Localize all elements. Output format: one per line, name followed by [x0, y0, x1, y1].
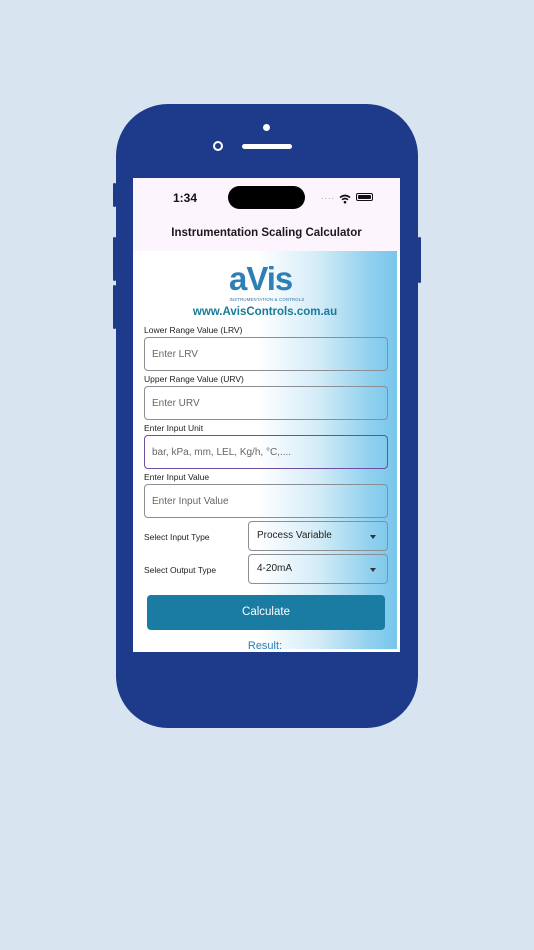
unit-input[interactable] — [144, 435, 388, 469]
output-type-selected: 4-20mA — [257, 563, 293, 574]
speaker-grille — [242, 144, 292, 149]
status-bar: 1:34 .... — [133, 178, 400, 224]
mute-switch — [113, 183, 116, 207]
battery-icon — [356, 193, 373, 201]
input-value-input[interactable] — [144, 484, 388, 518]
dynamic-island — [228, 186, 305, 209]
wifi-icon — [339, 191, 351, 209]
input-type-label: Select Input Type — [144, 532, 210, 542]
form-panel: aVis INSTRUMENTATION & CONTROLS www.Avis… — [133, 251, 397, 649]
output-type-dropdown[interactable]: 4-20mA — [248, 554, 388, 584]
signal-dots: .... — [321, 191, 336, 201]
logo-wordmark: aVis — [229, 260, 293, 297]
power-button — [418, 237, 421, 283]
sensor-dot — [263, 124, 270, 131]
status-time: 1:34 — [173, 191, 198, 205]
urv-input[interactable] — [144, 386, 388, 420]
urv-label: Upper Range Value (URV) — [144, 374, 244, 384]
unit-label: Enter Input Unit — [144, 423, 204, 433]
camera-icon — [213, 141, 223, 151]
chevron-down-icon — [370, 535, 376, 539]
output-type-label: Select Output Type — [144, 565, 217, 575]
input-type-selected: Process Variable — [257, 530, 332, 541]
result-label: Result: — [247, 640, 283, 649]
input-value-label: Enter Input Value — [144, 472, 210, 482]
lrv-label: Lower Range Value (LRV) — [144, 325, 243, 335]
volume-up-button — [113, 237, 116, 281]
avis-logo: aVis INSTRUMENTATION & CONTROLS — [229, 261, 305, 305]
input-type-dropdown[interactable]: Process Variable — [248, 521, 388, 551]
lrv-input[interactable] — [144, 337, 388, 371]
screen-edge — [133, 649, 400, 652]
app-bar: Instrumentation Scaling Calculator — [133, 224, 400, 251]
app-screen: 1:34 .... Instrumentation Scaling Calcul… — [133, 178, 400, 652]
chevron-down-icon — [370, 568, 376, 572]
screen-edge — [397, 251, 400, 652]
logo-tagline: INSTRUMENTATION & CONTROLS — [229, 297, 305, 302]
website-link[interactable]: www.AvisControls.com.au — [133, 306, 397, 318]
app-title: Instrumentation Scaling Calculator — [171, 227, 362, 239]
calculate-button[interactable]: Calculate — [147, 595, 385, 630]
volume-down-button — [113, 285, 116, 329]
